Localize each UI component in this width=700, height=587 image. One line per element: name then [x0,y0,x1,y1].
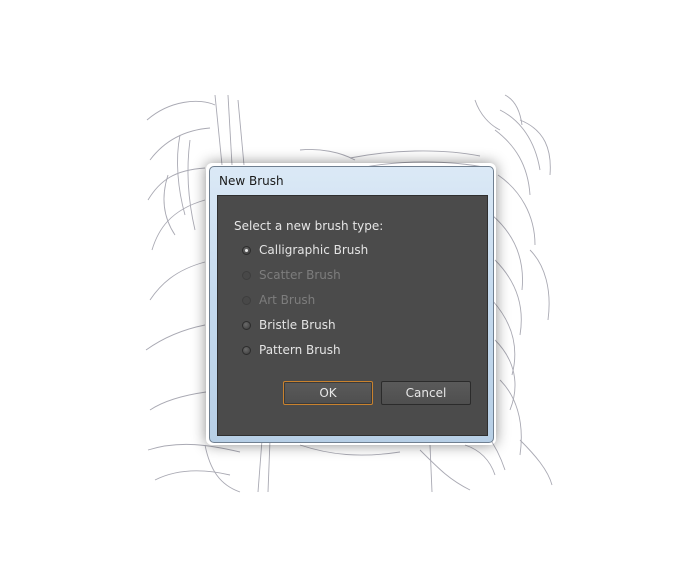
radio-option-art-brush: Art Brush [242,291,315,309]
ok-button[interactable]: OK [283,381,373,405]
radio-button-selected[interactable] [242,245,251,255]
radio-button[interactable] [242,345,251,355]
cancel-button[interactable]: Cancel [381,381,471,405]
new-brush-dialog: New Brush Select a new brush type: Calli… [209,166,494,443]
radio-option-calligraphic-brush[interactable]: Calligraphic Brush [242,241,368,259]
radio-button[interactable] [242,320,251,330]
radio-label: Calligraphic Brush [259,243,369,257]
radio-option-scatter-brush: Scatter Brush [242,266,341,284]
radio-label: Scatter Brush [259,268,341,282]
artboard-canvas[interactable]: New Brush Select a new brush type: Calli… [0,0,700,587]
radio-option-pattern-brush[interactable]: Pattern Brush [242,341,341,359]
dialog-body: Select a new brush type: Calligraphic Br… [217,195,488,436]
dialog-title: New Brush [219,174,284,188]
radio-option-bristle-brush[interactable]: Bristle Brush [242,316,336,334]
radio-button-disabled [242,295,251,305]
radio-label: Pattern Brush [259,343,341,357]
radio-label: Art Brush [259,293,316,307]
brush-type-prompt: Select a new brush type: [234,219,384,233]
radio-button-disabled [242,270,251,280]
radio-label: Bristle Brush [259,318,336,332]
dialog-title-bar[interactable]: New Brush [210,167,493,195]
